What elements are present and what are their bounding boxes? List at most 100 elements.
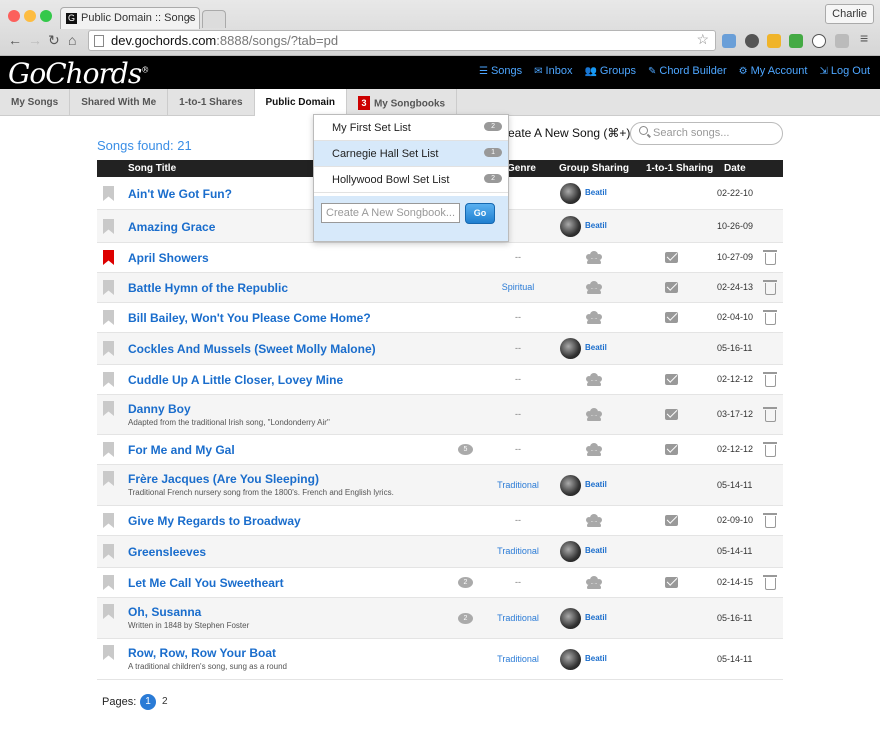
song-title-link[interactable]: Row, Row, Row Your Boat — [128, 646, 276, 660]
bookmark-icon[interactable] — [103, 341, 114, 356]
envelope-icon[interactable] — [665, 515, 678, 526]
nav-inbox[interactable]: ✉ Inbox — [534, 65, 572, 77]
extension-icon[interactable] — [722, 34, 736, 48]
table-row[interactable]: Let Me Call You Sweetheart 2 -- 02-14-15 — [97, 568, 783, 598]
envelope-icon[interactable] — [665, 577, 678, 588]
genre-label[interactable]: Traditional — [493, 654, 543, 664]
group-sharing-icon[interactable] — [586, 443, 602, 456]
gochords-logo[interactable]: GoChords® — [8, 57, 149, 90]
songbook-item[interactable]: Carnegie Hall Set List 1 — [314, 141, 508, 167]
group-share[interactable]: Beatil — [560, 216, 607, 237]
col-group-sharing[interactable]: Group Sharing — [559, 163, 629, 174]
table-row[interactable]: Frère Jacques (Are You Sleeping) Traditio… — [97, 465, 783, 506]
mail-extension-icon[interactable] — [767, 34, 781, 48]
evernote-icon[interactable] — [789, 34, 803, 48]
group-sharing-icon[interactable] — [586, 408, 602, 421]
zoom-window-button[interactable] — [40, 10, 52, 22]
song-title-link[interactable]: Greensleeves — [128, 545, 206, 559]
bookmark-star-icon[interactable]: ☆ — [696, 31, 709, 48]
trash-icon[interactable] — [763, 280, 777, 295]
go-button[interactable]: Go — [465, 203, 495, 224]
close-tab-icon[interactable]: × — [186, 11, 193, 25]
song-title-link[interactable]: Bill Bailey, Won't You Please Come Home? — [128, 311, 371, 325]
table-row[interactable]: Row, Row, Row Your Boat A traditional chi… — [97, 639, 783, 680]
pocket-icon[interactable] — [745, 34, 759, 48]
bookmark-icon[interactable] — [103, 544, 114, 559]
bookmark-icon[interactable] — [103, 372, 114, 387]
table-row[interactable]: Oh, Susanna Written in 1848 by Stephen Fo… — [97, 598, 783, 639]
url-field[interactable]: dev.gochords.com:8888/songs/?tab=pd ☆ — [88, 30, 716, 51]
tab-shared-with-me[interactable]: Shared With Me — [70, 89, 169, 116]
col-date[interactable]: Date — [724, 163, 746, 174]
song-title-link[interactable]: Danny Boy — [128, 402, 191, 416]
genre-label[interactable]: Traditional — [493, 546, 543, 556]
bookmark-icon[interactable] — [103, 513, 114, 528]
comments-icon[interactable]: 2 — [458, 577, 473, 588]
song-title-link[interactable]: Frère Jacques (Are You Sleeping) — [128, 472, 319, 486]
bookmark-icon[interactable] — [103, 310, 114, 325]
group-sharing-icon[interactable] — [586, 576, 602, 589]
group-share[interactable]: Beatil — [560, 649, 607, 670]
table-row[interactable]: Cuddle Up A Little Closer, Lovey Mine -- 0… — [97, 365, 783, 395]
song-title-link[interactable]: For Me and My Gal — [128, 443, 235, 457]
trash-icon[interactable] — [763, 575, 777, 590]
bookmark-icon[interactable] — [103, 250, 114, 265]
nav-songs[interactable]: ☰ Songs — [479, 65, 522, 77]
envelope-icon[interactable] — [665, 312, 678, 323]
bookmark-icon[interactable] — [103, 471, 114, 486]
back-icon[interactable]: ← — [8, 32, 22, 48]
trash-icon[interactable] — [763, 442, 777, 457]
create-song-link[interactable]: reate A New Song (⌘+) — [504, 126, 630, 140]
new-songbook-input[interactable]: Create A New Songbook... — [321, 203, 460, 223]
reload-icon[interactable]: ↻ — [48, 32, 60, 49]
bookmark-icon[interactable] — [103, 575, 114, 590]
bookmark-icon[interactable] — [103, 280, 114, 295]
col-1-to-1-sharing[interactable]: 1-to-1 Sharing — [646, 163, 713, 174]
tab-1-to-1-shares[interactable]: 1-to-1 Shares — [168, 89, 255, 116]
trash-icon[interactable] — [763, 407, 777, 422]
bookmark-icon[interactable] — [103, 219, 114, 234]
table-row[interactable]: Cockles And Mussels (Sweet Molly Malone)… — [97, 333, 783, 365]
bookmark-icon[interactable] — [103, 645, 114, 660]
table-row[interactable]: Give My Regards to Broadway -- 02-09-10 — [97, 506, 783, 536]
tab-my-songbooks[interactable]: 3 My Songbooks — [347, 89, 458, 116]
song-title-link[interactable]: Amazing Grace — [128, 220, 215, 234]
col-song-title[interactable]: Song Title — [128, 163, 176, 174]
table-row[interactable]: Bill Bailey, Won't You Please Come Home?… — [97, 303, 783, 333]
forward-icon[interactable]: → — [28, 32, 42, 48]
envelope-icon[interactable] — [665, 374, 678, 385]
home-icon[interactable]: ⌂ — [68, 32, 76, 48]
envelope-icon[interactable] — [665, 282, 678, 293]
group-share[interactable]: Beatil — [560, 475, 607, 496]
col-genre[interactable]: Genre — [507, 163, 536, 174]
genre-label[interactable]: Traditional — [493, 480, 543, 490]
group-share[interactable]: Beatil — [560, 183, 607, 204]
bookmark-icon[interactable] — [103, 442, 114, 457]
new-tab-button[interactable] — [202, 10, 226, 28]
table-row[interactable]: For Me and My Gal 5 -- 02-12-12 — [97, 435, 783, 465]
envelope-icon[interactable] — [665, 409, 678, 420]
trash-icon[interactable] — [763, 372, 777, 387]
song-title-link[interactable]: Cuddle Up A Little Closer, Lovey Mine — [128, 373, 343, 387]
trash-icon[interactable] — [763, 250, 777, 265]
info-icon[interactable] — [812, 34, 826, 48]
profile-button[interactable]: Charlie — [825, 4, 874, 24]
envelope-icon[interactable] — [665, 252, 678, 263]
bookmark-icon[interactable] — [103, 401, 114, 416]
nav-chord-builder[interactable]: ✎ Chord Builder — [648, 65, 727, 77]
group-sharing-icon[interactable] — [586, 281, 602, 294]
group-share[interactable]: Beatil — [560, 338, 607, 359]
nav-groups[interactable]: 👥 Groups — [584, 65, 636, 77]
trash-icon[interactable] — [763, 513, 777, 528]
table-row[interactable]: Battle Hymn of the Republic Spiritual 02-2… — [97, 273, 783, 303]
song-title-link[interactable]: Give My Regards to Broadway — [128, 514, 301, 528]
song-title-link[interactable]: Cockles And Mussels (Sweet Molly Malone) — [128, 342, 376, 356]
group-sharing-icon[interactable] — [586, 373, 602, 386]
page-1-button[interactable]: 1 — [140, 694, 156, 710]
group-share[interactable]: Beatil — [560, 608, 607, 629]
group-sharing-icon[interactable] — [586, 251, 602, 264]
song-title-link[interactable]: Ain't We Got Fun? — [128, 187, 232, 201]
comments-icon[interactable]: 2 — [458, 613, 473, 624]
song-title-link[interactable]: April Showers — [128, 251, 209, 265]
genre-label[interactable]: Spiritual — [493, 282, 543, 292]
